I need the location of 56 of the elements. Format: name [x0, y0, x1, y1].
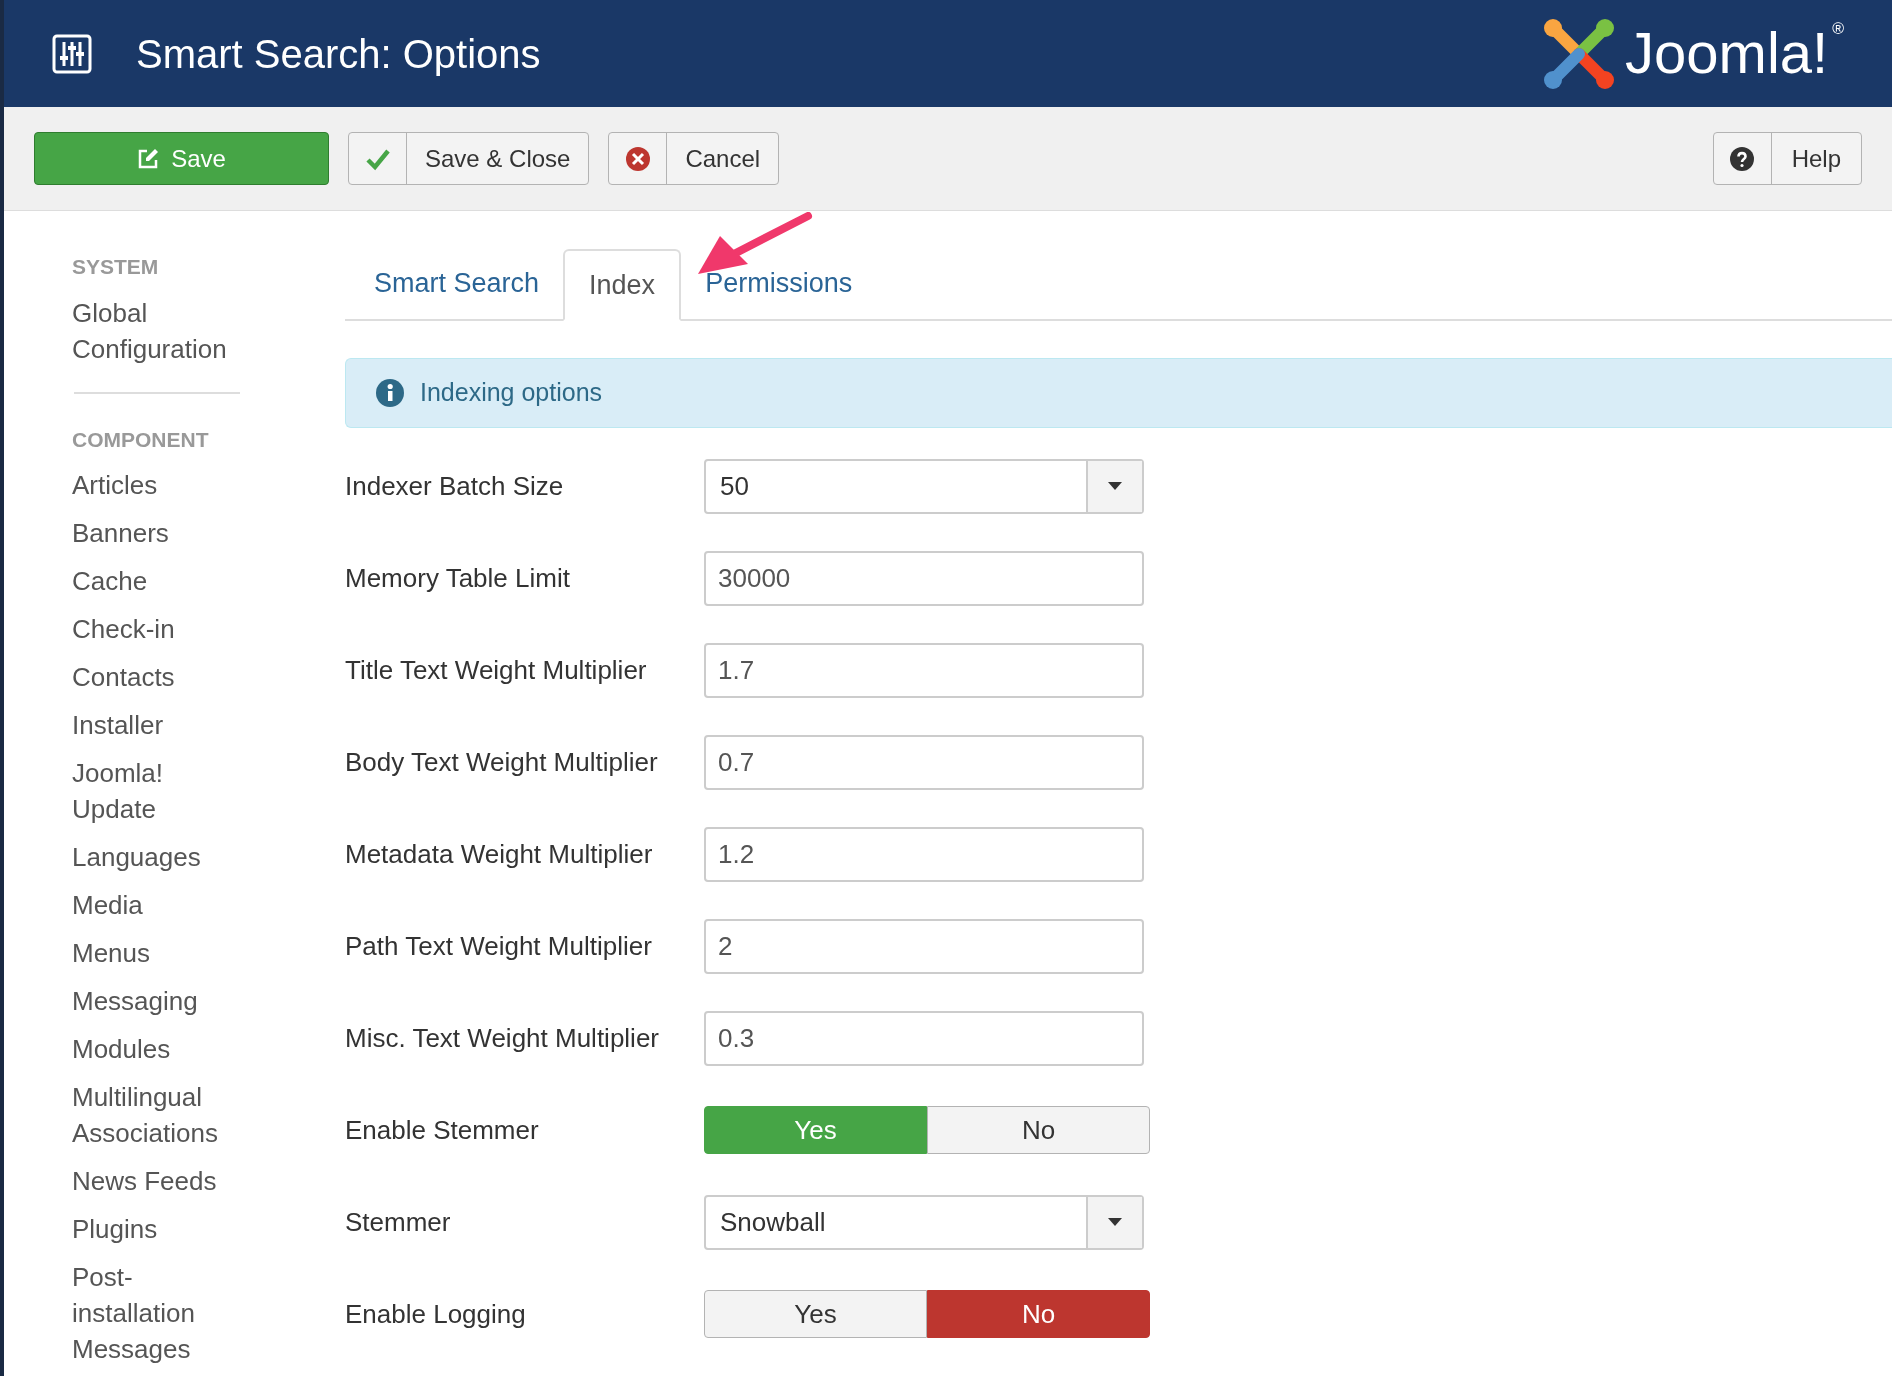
text-input[interactable]: 1.7: [704, 642, 1144, 698]
sidebar-link[interactable]: Contacts: [72, 659, 237, 695]
field-label: Memory Table Limit: [345, 561, 571, 595]
toggle-option[interactable]: No: [927, 1290, 1150, 1338]
sidebar-link[interactable]: Multilingual Associations: [72, 1079, 237, 1151]
save-close-button[interactable]: Save & Close: [348, 132, 590, 185]
sidebar-link[interactable]: Menus: [72, 935, 237, 971]
field-label: Enable Logging: [345, 1297, 527, 1331]
help-icon: [1730, 146, 1755, 171]
field-label: Body Text Weight Multiplier: [345, 745, 659, 779]
field-label: Indexer Batch Size: [345, 469, 565, 503]
tab[interactable]: Permissions: [681, 247, 877, 319]
sidebar-link[interactable]: Messaging: [72, 983, 237, 1019]
section-heading: SYSTEM: [72, 254, 160, 280]
sidebar-link[interactable]: Check-in: [72, 611, 237, 647]
toggle-option[interactable]: Yes: [704, 1290, 927, 1338]
field-label: Path Text Weight Multiplier: [345, 929, 653, 963]
sidebar-link[interactable]: Plugins: [72, 1211, 237, 1247]
cancel-button[interactable]: Cancel: [608, 132, 780, 185]
sidebar-link[interactable]: News Feeds: [72, 1163, 237, 1199]
caret-icon: [1108, 482, 1122, 490]
sidebar-link[interactable]: Joomla! Update: [72, 755, 237, 827]
close-icon: [624, 145, 651, 172]
help-button[interactable]: Help: [1712, 132, 1862, 185]
sidebar-link[interactable]: Media: [72, 887, 237, 923]
field-label: Title Text Weight Multiplier: [345, 653, 648, 687]
alert-text: Indexing options: [420, 377, 603, 409]
text-input[interactable]: 2: [704, 918, 1144, 974]
sidebar-link[interactable]: Global Configuration: [72, 294, 237, 367]
text-input[interactable]: 30000: [704, 550, 1144, 606]
toggle-option[interactable]: No: [927, 1106, 1150, 1154]
dropdown[interactable]: 50: [704, 458, 1144, 514]
field-label: Misc. Text Weight Multiplier: [345, 1021, 661, 1055]
text-input[interactable]: 1.2: [704, 826, 1144, 882]
sliders-icon: [52, 33, 92, 74]
field-label: Stemmer: [345, 1205, 452, 1239]
section-heading: COMPONENT: [72, 426, 210, 453]
info-icon: [376, 379, 404, 407]
sidebar-link[interactable]: Cache: [72, 563, 237, 599]
field-label: Metadata Weight Multiplier: [345, 837, 654, 871]
tab[interactable]: Index: [563, 249, 682, 321]
tab[interactable]: Smart Search: [350, 247, 564, 319]
logo-wordmark: Joomla!®: [1625, 19, 1844, 88]
sidebar-link[interactable]: Articles: [72, 467, 237, 503]
sidebar-link[interactable]: Installer: [72, 707, 237, 743]
text-input[interactable]: 0.3: [704, 1010, 1144, 1066]
field-label: Enable Stemmer: [345, 1113, 540, 1147]
sidebar-link[interactable]: Post-installation Messages: [72, 1259, 237, 1367]
sidebar-link[interactable]: Banners: [72, 515, 237, 551]
caret-icon: [1108, 1218, 1122, 1226]
sidebar-link[interactable]: Languages: [72, 839, 237, 875]
page-title: Smart Search: Options: [136, 30, 541, 78]
sidebar-link[interactable]: Modules: [72, 1031, 237, 1067]
dropdown[interactable]: Snowball: [704, 1194, 1144, 1250]
text-input[interactable]: 0.7: [704, 734, 1144, 790]
edit-icon: [137, 147, 160, 170]
